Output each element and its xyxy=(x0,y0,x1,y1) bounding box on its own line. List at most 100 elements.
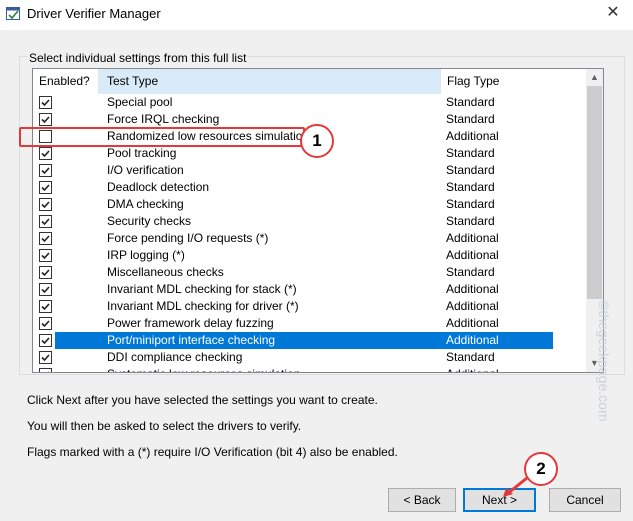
flag-type-cell: Standard xyxy=(446,180,495,194)
flag-type-cell: Standard xyxy=(446,350,495,364)
test-type-cell: Security checks xyxy=(107,214,192,228)
list-item[interactable]: DMA checking Standard xyxy=(33,196,586,213)
test-type-cell: Invariant MDL checking for driver (*) xyxy=(107,299,299,313)
list-item[interactable]: Security checks Standard xyxy=(33,213,586,230)
test-type-cell: Special pool xyxy=(107,95,173,109)
step-2-badge: 2 xyxy=(524,452,558,486)
flag-type-cell: Additional xyxy=(446,248,499,262)
flag-type-cell: Standard xyxy=(446,95,495,109)
list-item[interactable]: IRP logging (*) Additional xyxy=(33,247,586,264)
test-type-cell: Power framework delay fuzzing xyxy=(107,316,274,330)
flag-type-cell: Additional xyxy=(446,282,499,296)
enabled-checkbox[interactable] xyxy=(39,300,52,313)
checkmark-icon xyxy=(41,269,50,277)
flag-type-cell: Additional xyxy=(446,231,499,245)
checkmark-icon xyxy=(41,286,50,294)
back-button[interactable]: < Back xyxy=(388,488,456,512)
app-icon xyxy=(6,7,20,20)
enabled-checkbox[interactable] xyxy=(39,198,52,211)
enabled-checkbox[interactable] xyxy=(39,215,52,228)
checkmark-icon xyxy=(41,167,50,175)
enabled-checkbox[interactable] xyxy=(39,334,52,347)
test-type-cell: Force pending I/O requests (*) xyxy=(107,231,269,245)
list-header: Enabled? Test Type Flag Type xyxy=(33,69,586,94)
checkmark-icon xyxy=(41,354,50,362)
list-item[interactable]: Power framework delay fuzzing Additional xyxy=(33,315,586,332)
enabled-checkbox[interactable] xyxy=(39,266,52,279)
list-item[interactable]: Miscellaneous checks Standard xyxy=(33,264,586,281)
enabled-checkbox[interactable] xyxy=(39,283,52,296)
flag-type-cell: Additional xyxy=(446,316,499,330)
checkmark-icon xyxy=(41,235,50,243)
list-item[interactable]: Deadlock detection Standard xyxy=(33,179,586,196)
close-button[interactable]: ✕ xyxy=(602,4,624,22)
column-header-test-type[interactable]: Test Type xyxy=(99,69,441,94)
test-type-cell: Invariant MDL checking for stack (*) xyxy=(107,282,297,296)
test-type-cell: DDI compliance checking xyxy=(107,350,243,364)
list-item[interactable]: Force pending I/O requests (*) Additional xyxy=(33,230,586,247)
flag-type-cell: Standard xyxy=(446,197,495,211)
test-type-cell: Miscellaneous checks xyxy=(107,265,224,279)
info-text-1: Click Next after you have selected the s… xyxy=(27,393,378,407)
group-label: Select individual settings from this ful… xyxy=(27,51,249,65)
flag-type-cell: Standard xyxy=(446,163,495,177)
checkmark-icon xyxy=(41,218,50,226)
checkmark-icon xyxy=(41,252,50,260)
test-type-cell: Deadlock detection xyxy=(107,180,210,194)
list-item[interactable]: Special pool Standard xyxy=(33,94,586,111)
settings-list[interactable]: Enabled? Test Type Flag Type Special poo… xyxy=(32,68,604,373)
enabled-checkbox[interactable] xyxy=(39,96,52,109)
test-type-cell: IRP logging (*) xyxy=(107,248,185,262)
flag-type-cell: Standard xyxy=(446,214,495,228)
test-type-cell: Force IRQL checking xyxy=(107,112,220,126)
flag-type-cell: Standard xyxy=(446,146,495,160)
flag-type-cell: Standard xyxy=(446,112,495,126)
checkmark-icon xyxy=(41,99,50,107)
checkmark-icon xyxy=(47,371,49,372)
enabled-checkbox[interactable] xyxy=(39,164,52,177)
enabled-checkbox[interactable] xyxy=(39,181,52,194)
step-1-badge: 1 xyxy=(300,124,334,158)
test-type-cell: DMA checking xyxy=(107,197,184,211)
checkmark-icon xyxy=(41,116,50,124)
watermark: ©thegeekpage.com xyxy=(596,300,612,422)
list-item[interactable]: DDI compliance checking Standard xyxy=(33,349,586,366)
list-item[interactable]: I/O verification Standard xyxy=(33,162,586,179)
list-item[interactable]: Port/miniport interface checking Addition… xyxy=(33,332,586,349)
flag-type-cell: Additional xyxy=(446,129,499,143)
enabled-checkbox[interactable] xyxy=(39,368,52,372)
highlight-box-step1 xyxy=(19,127,305,147)
list-item[interactable]: Systematic low resources simulation Addit… xyxy=(33,366,586,372)
enabled-checkbox[interactable] xyxy=(39,317,52,330)
enabled-checkbox[interactable] xyxy=(39,147,52,160)
test-type-cell: Systematic low resources simulation xyxy=(107,366,300,372)
enabled-checkbox[interactable] xyxy=(39,249,52,262)
enabled-checkbox[interactable] xyxy=(39,232,52,245)
checkmark-icon xyxy=(41,320,50,328)
title-bar: Driver Verifier Manager ✕ xyxy=(0,0,633,30)
window-title: Driver Verifier Manager xyxy=(27,6,161,21)
flag-type-cell: Additional xyxy=(446,333,499,347)
column-header-flag-type[interactable]: Flag Type xyxy=(441,69,586,94)
info-text-3: Flags marked with a (*) require I/O Veri… xyxy=(27,445,398,459)
scroll-up-arrow-icon[interactable]: ▲ xyxy=(586,69,603,86)
scrollbar-thumb[interactable] xyxy=(587,86,602,299)
flag-type-cell: Standard xyxy=(446,265,495,279)
info-text-2: You will then be asked to select the dri… xyxy=(27,419,302,433)
list-item[interactable]: Invariant MDL checking for driver (*) Add… xyxy=(33,298,586,315)
column-header-enabled[interactable]: Enabled? xyxy=(33,69,99,94)
list-item[interactable]: Invariant MDL checking for stack (*) Addi… xyxy=(33,281,586,298)
checkmark-icon xyxy=(41,303,50,311)
checkmark-icon xyxy=(41,337,50,345)
cancel-button[interactable]: Cancel xyxy=(549,488,621,512)
test-type-cell: Port/miniport interface checking xyxy=(107,333,276,347)
enabled-checkbox[interactable] xyxy=(39,113,52,126)
flag-type-cell: Additional xyxy=(446,299,499,313)
test-type-cell: Pool tracking xyxy=(107,146,177,160)
enabled-checkbox[interactable] xyxy=(39,351,52,364)
checkmark-icon xyxy=(41,150,50,158)
checkmark-icon xyxy=(41,201,50,209)
checkmark-icon xyxy=(41,184,50,192)
test-type-cell: I/O verification xyxy=(107,163,184,177)
flag-type-cell: Additional xyxy=(446,366,499,372)
